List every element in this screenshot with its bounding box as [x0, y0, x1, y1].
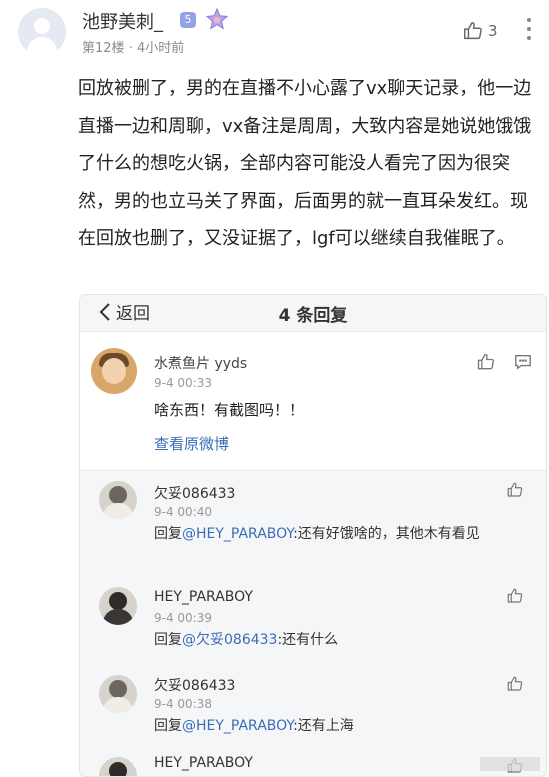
thumb-up-icon	[462, 20, 484, 42]
reply-count-title: 4 条回复	[278, 306, 348, 326]
like-button[interactable]: 3	[462, 20, 498, 42]
reply-text: 回复@欠妥086433:还有什么	[154, 632, 339, 648]
view-original-link[interactable]: 查看原微博	[154, 433, 229, 454]
floor-number: 第12楼	[82, 41, 125, 56]
mention-link[interactable]: @HEY_PARABOY	[182, 718, 293, 734]
post-body: 回放被删了，男的在直播不小心露了vx聊天记录，他一边直播一边和周聊，vx备注是周…	[78, 70, 533, 258]
comment-text: 啥东西！有截图吗！！	[154, 401, 305, 419]
reply-panel: 返回 4 条回复 水煮鱼片 yyds 9-4 00:33 啥东西！有截图吗！！ …	[79, 294, 547, 777]
reply-name[interactable]: HEY_PARABOY	[154, 589, 253, 605]
reply-name[interactable]: 欠妥086433	[154, 675, 235, 695]
more-icon[interactable]	[526, 18, 532, 45]
reply-avatar[interactable]	[99, 587, 137, 625]
reply-item: 欠妥086433 9-4 00:38 回复@HEY_PARABOY:还有上海	[80, 665, 546, 751]
star-badge-icon	[206, 8, 228, 30]
reply-name[interactable]: HEY_PARABOY	[154, 755, 253, 771]
reply-text: 回复@HEY_PARABOY:还有好饿啥的，其他木有看见	[154, 526, 480, 542]
post-text: 回放被删了，男的在直播不小心露了vx聊天记录，他一边直播一边和周聊，vx备注是周…	[78, 78, 532, 249]
reply-time: 9-4 00:38	[154, 697, 212, 711]
post-meta: 第12楼 · 4小时前	[82, 37, 184, 56]
thumb-up-icon[interactable]	[506, 675, 524, 693]
thumb-up-icon[interactable]	[506, 481, 524, 499]
reply-name[interactable]: 欠妥086433	[154, 483, 235, 503]
commenter-name[interactable]: 水煮鱼片 yyds	[154, 353, 247, 373]
username[interactable]: 池野美刺_	[82, 8, 163, 34]
reply-time: 9-4 00:39	[154, 611, 212, 625]
like-count: 3	[488, 22, 498, 40]
reply-avatar[interactable]	[99, 675, 137, 713]
post-time: 4小时前	[136, 41, 185, 56]
mention-link[interactable]: @HEY_PARABOY	[182, 526, 293, 542]
blurred-watermark	[480, 757, 540, 771]
comment-time: 9-4 00:33	[154, 376, 212, 390]
reply-time: 9-4 00:40	[154, 505, 212, 519]
reply-item: HEY_PARABOY 9-4 00:39 回复@欠妥086433:还有什么	[80, 575, 546, 663]
thumb-up-icon[interactable]	[506, 587, 524, 605]
meta-separator: ·	[128, 41, 133, 56]
commenter-avatar[interactable]	[91, 348, 137, 394]
level-badge-icon: 5	[180, 12, 196, 28]
user-avatar[interactable]	[18, 8, 66, 56]
reply-item: HEY_PARABOY	[80, 751, 546, 776]
reply-avatar[interactable]	[99, 481, 137, 519]
reply-item: 欠妥086433 9-4 00:40 回复@HEY_PARABOY:还有好饿啥的…	[80, 469, 546, 569]
mention-link[interactable]: @欠妥086433	[182, 632, 277, 648]
main-comment: 水煮鱼片 yyds 9-4 00:33 啥东西！有截图吗！！ 查看原微博	[80, 331, 546, 471]
thumb-up-icon[interactable]	[476, 352, 496, 372]
reply-text: 回复@HEY_PARABOY:还有上海	[154, 718, 354, 734]
reply-panel-nav: 返回 4 条回复	[80, 295, 546, 331]
comment-icon[interactable]	[514, 353, 532, 371]
reply-avatar[interactable]	[99, 757, 137, 776]
post-header: 池野美刺_ 5 第12楼 · 4小时前 3	[0, 0, 549, 62]
